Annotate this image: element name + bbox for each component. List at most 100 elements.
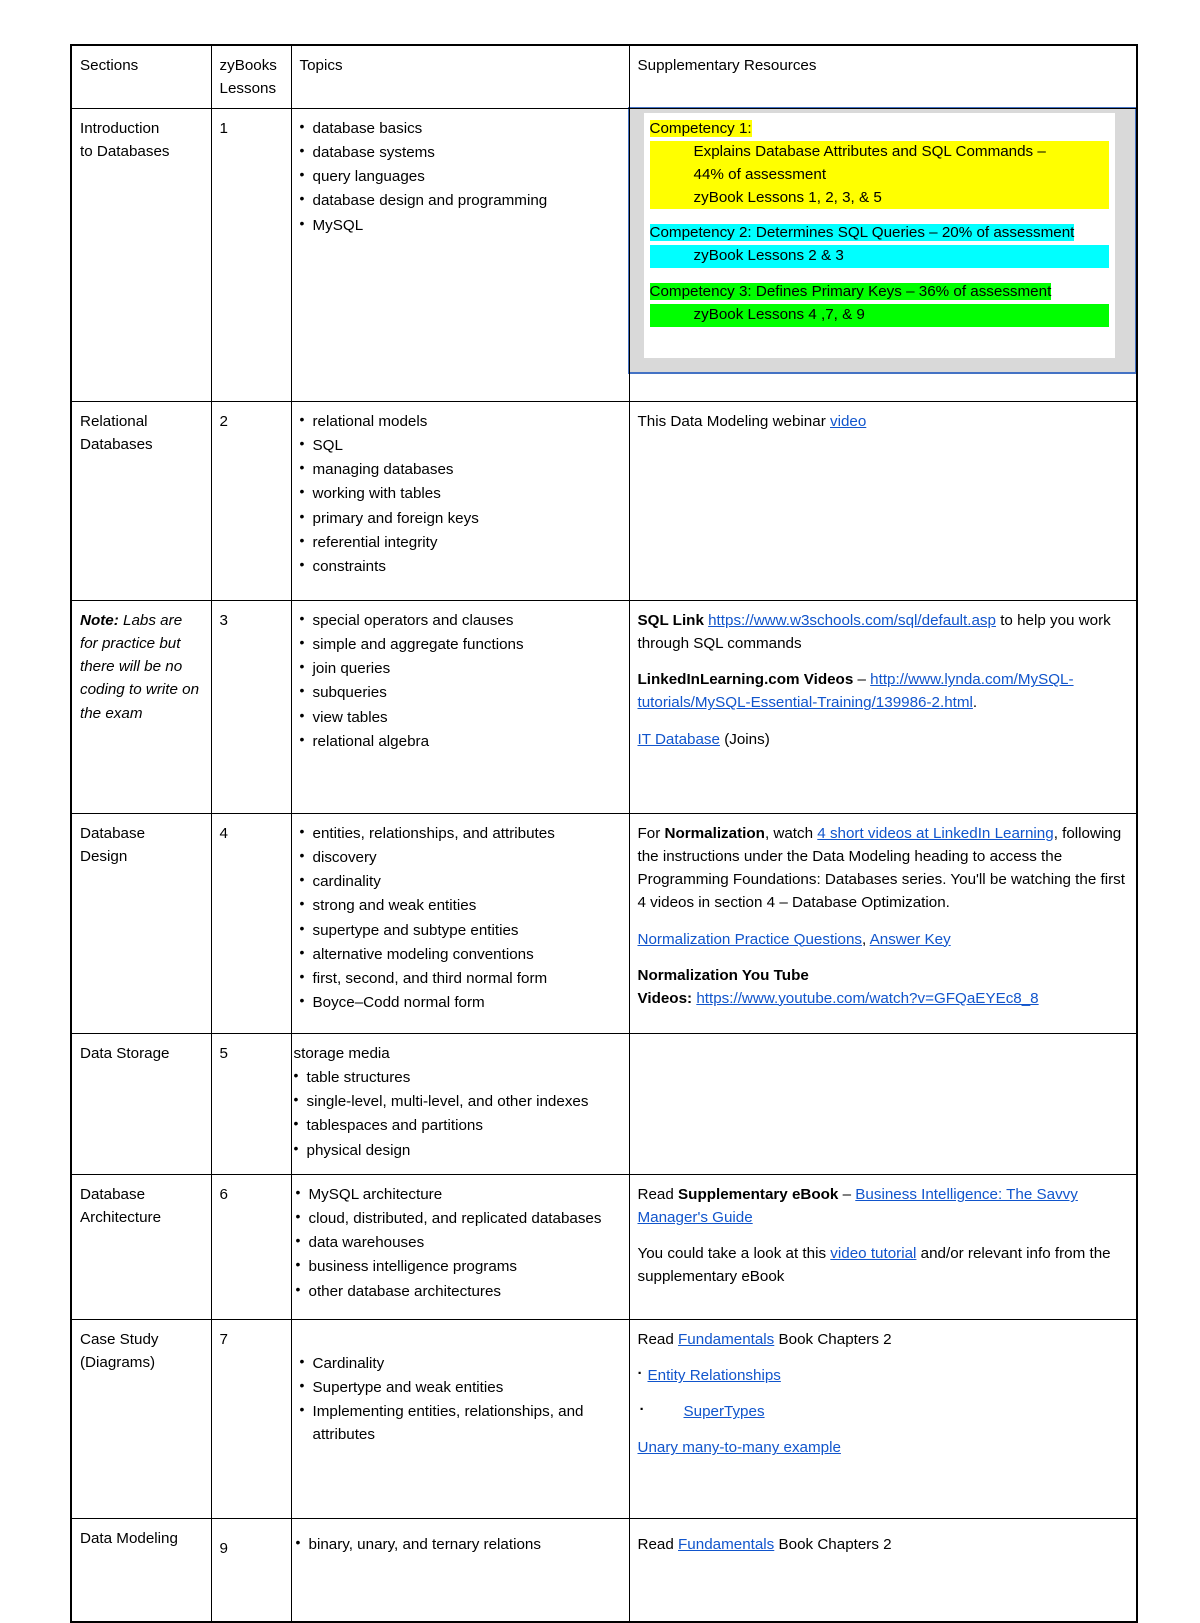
topic-item: Cardinality bbox=[300, 1351, 622, 1375]
resource-paragraph: This Data Modeling webinar video bbox=[638, 410, 1130, 433]
linkedin-videos-link[interactable]: 4 short videos at LinkedIn Learning bbox=[817, 825, 1053, 842]
competency-1-title: Competency 1: bbox=[649, 120, 752, 138]
video-link[interactable]: video bbox=[830, 413, 866, 430]
competency-2-detail-line: zyBook Lessons 2 & 3 bbox=[649, 245, 1109, 268]
competency-1-title-line: Competency 1: bbox=[649, 118, 1110, 141]
it-database-link[interactable]: IT Database bbox=[638, 731, 720, 748]
topics-list: Cardinality Supertype and weak entities … bbox=[300, 1351, 622, 1446]
topic-item: MySQL architecture bbox=[296, 1182, 622, 1206]
topic-item: join queries bbox=[300, 656, 622, 680]
resource-text: – bbox=[838, 1186, 856, 1204]
entity-relationships-link[interactable]: Entity Relationships bbox=[648, 1367, 781, 1384]
competency-callout-box: Competency 1: Explains Database Attribut… bbox=[627, 107, 1137, 375]
youtube-link[interactable]: https://www.youtube.com/watch?v=GFQaEYEc… bbox=[696, 990, 1038, 1007]
practice-questions-link[interactable]: Normalization Practice Questions bbox=[638, 931, 863, 948]
topics-cell: storage media table structures single-le… bbox=[290, 1033, 630, 1176]
section-name-line1: Case Study bbox=[80, 1331, 159, 1349]
table-row: Relational Databases 2 relational models… bbox=[70, 401, 1138, 602]
resources-cell: Read Supplementary eBook – Business Inte… bbox=[628, 1174, 1138, 1321]
resource-text: , bbox=[862, 930, 870, 948]
competency-1-detail-1-line: Explains Database Attributes and SQL Com… bbox=[649, 140, 1109, 164]
table-row: Introduction to Databases 1 database bas… bbox=[70, 107, 1138, 403]
resource-paragraph: Normalization Practice Questions, Answer… bbox=[638, 928, 1130, 951]
document-page: Sections zyBooks Lessons Topics Suppleme… bbox=[0, 0, 1200, 1623]
header-lessons-label-2: Lessons bbox=[219, 80, 277, 98]
competency-3-detail-line: zyBook Lessons 4 ,7, & 9 bbox=[649, 303, 1109, 327]
topic-item: SQL bbox=[300, 433, 622, 457]
section-name-line1: Database bbox=[80, 1186, 146, 1204]
section-name-line2: (Diagrams) bbox=[80, 1354, 156, 1372]
competency-3-detail: zyBook Lessons 4 ,7, & 9 bbox=[693, 305, 865, 323]
topic-item: Implementing entities, relationships, an… bbox=[300, 1399, 622, 1446]
fundamentals-link[interactable]: Fundamentals bbox=[678, 1536, 774, 1553]
topic-item: Supertype and weak entities bbox=[300, 1375, 622, 1399]
topics-cell: special operators and clauses simple and… bbox=[290, 600, 630, 815]
competency-1-detail-2: 44% of assessment bbox=[693, 165, 827, 183]
table-row: Data Modeling 9 binary, unary, and terna… bbox=[70, 1518, 1138, 1623]
topic-item: data warehouses bbox=[296, 1230, 622, 1254]
resource-text: . bbox=[972, 694, 978, 712]
fundamentals-link[interactable]: Fundamentals bbox=[678, 1331, 774, 1348]
topic-item: strong and weak entities bbox=[300, 893, 622, 917]
topic-item: first, second, and third normal form bbox=[300, 966, 622, 990]
table-row: Database Design 4 entities, relationship… bbox=[70, 813, 1138, 1035]
competency-2-group: Competency 2: Determines SQL Queries – 2… bbox=[649, 222, 1109, 268]
lesson-number: 7 bbox=[210, 1319, 292, 1520]
topic-item: cardinality bbox=[300, 869, 622, 893]
topics-list: storage media table structures single-le… bbox=[294, 1042, 622, 1161]
topic-item: database systems bbox=[300, 140, 622, 164]
resource-paragraph: SuperTypes bbox=[638, 1398, 1130, 1423]
header-topics-label: Topics bbox=[299, 57, 343, 74]
resources-cell: This Data Modeling webinar video bbox=[628, 401, 1138, 602]
resource-paragraph: LinkedInLearning.com Videos – http://www… bbox=[638, 668, 1130, 714]
competency-3-title: Competency 3: Defines Primary Keys – 36%… bbox=[649, 282, 1052, 300]
topic-item: primary and foreign keys bbox=[300, 506, 622, 530]
resource-text: , watch bbox=[764, 825, 818, 843]
competency-content: Competency 1: Explains Database Attribut… bbox=[643, 113, 1115, 359]
resource-paragraph: Read Supplementary eBook – Business Inte… bbox=[638, 1183, 1130, 1229]
competency-1-detail-1: Explains Database Attributes and SQL Com… bbox=[693, 142, 1046, 160]
unary-example-link[interactable]: Unary many-to-many example bbox=[638, 1439, 841, 1456]
topic-item: database basics bbox=[300, 116, 622, 140]
topic-item: relational algebra bbox=[300, 729, 622, 753]
video-tutorial-link[interactable]: video tutorial bbox=[830, 1245, 916, 1262]
topics-cell: MySQL architecture cloud, distributed, a… bbox=[290, 1174, 630, 1321]
resource-paragraph: Read Fundamentals Book Chapters 2 bbox=[638, 1328, 1130, 1351]
topic-item: storage media bbox=[293, 1045, 390, 1063]
table-row: Note: Labs are for practice but there wi… bbox=[70, 600, 1138, 815]
topic-item: database design and programming bbox=[300, 188, 622, 212]
topics-list: database basics database systems query l… bbox=[300, 116, 622, 236]
answer-key-link[interactable]: Answer Key bbox=[870, 931, 951, 948]
lesson-number: 6 bbox=[210, 1174, 292, 1321]
section-name-line1: Data Storage bbox=[80, 1045, 170, 1063]
table-row: Database Architecture 6 MySQL architectu… bbox=[70, 1174, 1138, 1321]
normalization-label: Normalization bbox=[664, 825, 765, 843]
topics-list: relational models SQL managing databases… bbox=[300, 409, 622, 578]
topic-item: physical design bbox=[294, 1138, 622, 1162]
supertypes-link[interactable]: SuperTypes bbox=[684, 1403, 765, 1420]
resource-paragraph: You could take a look at this video tuto… bbox=[638, 1242, 1130, 1288]
competency-2-title: Competency 2: Determines SQL Queries – 2… bbox=[649, 224, 1075, 242]
section-cell-intro: Introduction to Databases bbox=[70, 108, 212, 403]
section-cell-design: Database Design bbox=[70, 813, 212, 1035]
topic-item: discovery bbox=[300, 845, 622, 869]
competency-1-detail-3: zyBook Lessons 1, 2, 3, & 5 bbox=[693, 188, 882, 206]
section-name-line1: Database bbox=[80, 825, 146, 843]
table-header-row: Sections zyBooks Lessons Topics Suppleme… bbox=[70, 44, 1138, 110]
header-sections-label: Sections bbox=[80, 57, 139, 74]
resource-paragraph: Normalization You Tube Videos: https://ww… bbox=[638, 964, 1130, 1010]
competency-2-detail: zyBook Lessons 2 & 3 bbox=[693, 247, 844, 265]
supplementary-ebook-label: Supplementary eBook bbox=[678, 1186, 839, 1204]
syllabus-table: Sections zyBooks Lessons Topics Suppleme… bbox=[70, 44, 1138, 1623]
header-sections: Sections bbox=[70, 44, 212, 110]
resources-cell: SQL Link https://www.w3schools.com/sql/d… bbox=[628, 600, 1138, 815]
topic-item: simple and aggregate functions bbox=[300, 632, 622, 656]
competency-1-group: Competency 1: Explains Database Attribut… bbox=[649, 118, 1110, 210]
competency-1-detail-2-line: 44% of assessment bbox=[649, 163, 1109, 187]
competency-1-detail-3-line: zyBook Lessons 1, 2, 3, & 5 bbox=[649, 186, 1109, 210]
topic-item: alternative modeling conventions bbox=[300, 942, 622, 966]
lesson-number: 9 bbox=[210, 1518, 292, 1623]
header-lessons: zyBooks Lessons bbox=[210, 44, 292, 110]
w3schools-link[interactable]: https://www.w3schools.com/sql/default.as… bbox=[708, 612, 996, 629]
topics-list: entities, relationships, and attributes … bbox=[300, 821, 622, 1014]
